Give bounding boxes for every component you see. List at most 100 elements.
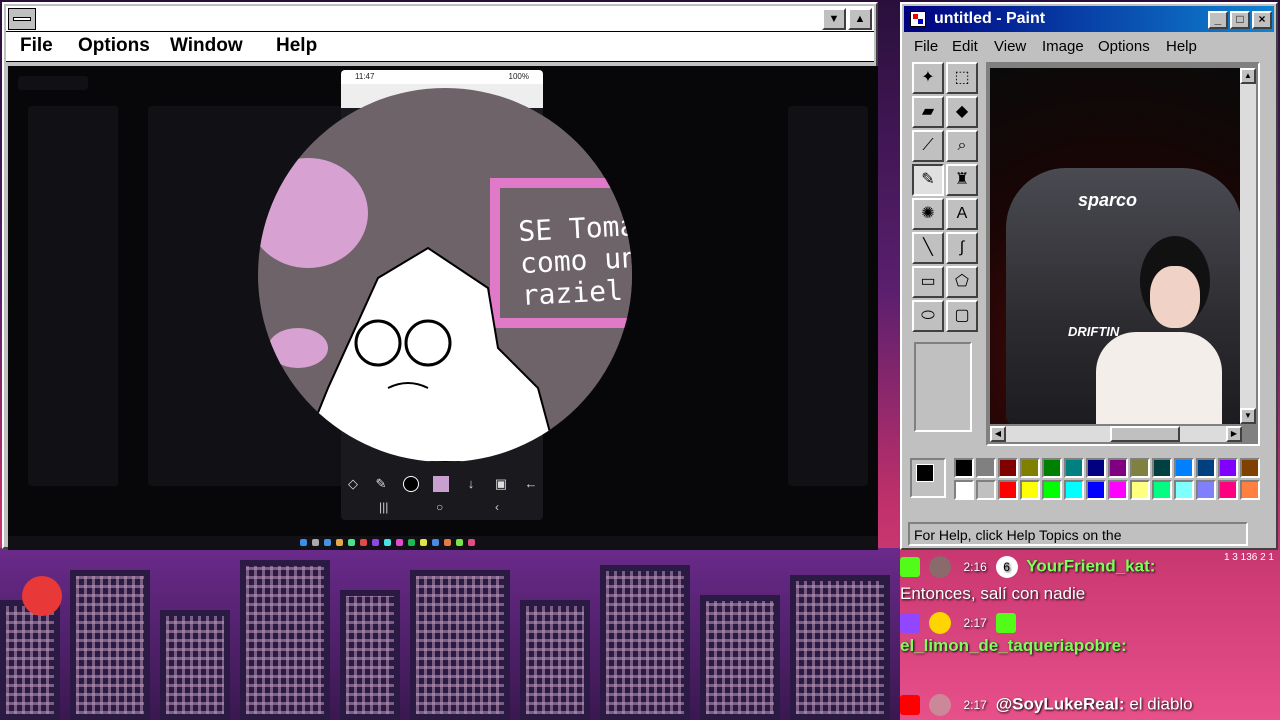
eraser-icon[interactable]: ◇ bbox=[345, 476, 361, 492]
color-swatch[interactable] bbox=[1196, 458, 1216, 478]
color-swatch[interactable] bbox=[1218, 480, 1238, 500]
nav-home-button[interactable]: ○ bbox=[436, 500, 443, 514]
maximize-button[interactable]: ▲ bbox=[848, 8, 872, 30]
free-select-icon[interactable]: ✦ bbox=[912, 62, 944, 94]
line-icon[interactable]: ╲ bbox=[912, 232, 944, 264]
text-icon[interactable]: A bbox=[946, 198, 978, 230]
taskbar-app-icon[interactable] bbox=[456, 539, 463, 546]
minimize-button[interactable]: _ bbox=[1208, 11, 1228, 29]
minimize-button[interactable]: ▼ bbox=[822, 8, 846, 30]
taskbar-app-icon[interactable] bbox=[336, 539, 343, 546]
color-swatch[interactable] bbox=[1174, 480, 1194, 500]
taskbar-app-icon[interactable] bbox=[468, 539, 475, 546]
curve-icon[interactable]: ∫ bbox=[946, 232, 978, 264]
foreground-color[interactable] bbox=[916, 464, 934, 482]
color-swatch[interactable] bbox=[1152, 458, 1172, 478]
color-swatch[interactable] bbox=[1020, 480, 1040, 500]
pencil-icon[interactable]: ✎ bbox=[912, 164, 944, 196]
taskbar-app-icon[interactable] bbox=[444, 539, 451, 546]
tool-options-box[interactable] bbox=[914, 342, 972, 432]
color-swatch[interactable] bbox=[1218, 458, 1238, 478]
color-swatch[interactable] bbox=[1196, 480, 1216, 500]
color-swatch[interactable] bbox=[1042, 458, 1062, 478]
magnifier-icon[interactable]: ⌕ bbox=[946, 130, 978, 162]
taskbar-app-icon[interactable] bbox=[372, 539, 379, 546]
rounded-rect-icon[interactable]: ▢ bbox=[946, 300, 978, 332]
layers-icon[interactable]: ▣ bbox=[493, 476, 509, 492]
current-colors[interactable] bbox=[910, 458, 946, 498]
nav-back-button[interactable]: ‹ bbox=[495, 500, 499, 514]
pick-color-icon[interactable]: ⟋ bbox=[912, 130, 944, 162]
taskbar-app-icon[interactable] bbox=[396, 539, 403, 546]
menu-file[interactable]: File bbox=[20, 35, 53, 57]
scroll-thumb[interactable] bbox=[1110, 426, 1180, 442]
airbrush-icon[interactable]: ✺ bbox=[912, 198, 944, 230]
menu-view[interactable]: View bbox=[994, 38, 1026, 55]
brush-size-icon[interactable] bbox=[403, 476, 419, 492]
color-swatch[interactable] bbox=[1086, 458, 1106, 478]
color-swatch[interactable] bbox=[998, 458, 1018, 478]
taskbar-app-icon[interactable] bbox=[384, 539, 391, 546]
brush-icon[interactable]: ♜ bbox=[946, 164, 978, 196]
rectangle-icon[interactable]: ▭ bbox=[912, 266, 944, 298]
scroll-right-icon[interactable]: ▶ bbox=[1226, 426, 1242, 442]
taskbar-app-icon[interactable] bbox=[348, 539, 355, 546]
menu-file[interactable]: File bbox=[914, 38, 938, 55]
eraser-icon[interactable]: ▰ bbox=[912, 96, 944, 128]
color-swatch[interactable] bbox=[1086, 480, 1106, 500]
ellipse-icon[interactable]: ⬭ bbox=[912, 300, 944, 332]
horizontal-scrollbar[interactable]: ◀ ▶ bbox=[990, 426, 1242, 442]
scroll-up-icon[interactable]: ▲ bbox=[1240, 68, 1256, 84]
back-arrow-icon[interactable]: ← bbox=[523, 476, 539, 492]
color-swatch[interactable] bbox=[976, 458, 996, 478]
color-swatch[interactable] bbox=[1152, 480, 1172, 500]
color-swatch[interactable] bbox=[1042, 480, 1062, 500]
color-picker-icon[interactable] bbox=[433, 476, 449, 492]
system-menu-button[interactable] bbox=[8, 8, 36, 30]
menu-image[interactable]: Image bbox=[1042, 38, 1084, 55]
menu-options[interactable]: Options bbox=[1098, 38, 1150, 55]
nav-recents-button[interactable]: ||| bbox=[379, 500, 388, 514]
brush-icon[interactable]: ✎ bbox=[373, 476, 389, 492]
color-swatch[interactable] bbox=[998, 480, 1018, 500]
taskbar-app-icon[interactable] bbox=[360, 539, 367, 546]
close-button[interactable]: × bbox=[1252, 11, 1272, 29]
menu-options[interactable]: Options bbox=[78, 35, 150, 57]
color-swatch[interactable] bbox=[1130, 458, 1150, 478]
color-swatch[interactable] bbox=[1064, 458, 1084, 478]
menu-help[interactable]: Help bbox=[1166, 38, 1197, 55]
color-swatch[interactable] bbox=[1240, 480, 1260, 500]
color-swatch[interactable] bbox=[1020, 458, 1040, 478]
color-swatch[interactable] bbox=[1130, 480, 1150, 500]
layers-down-icon[interactable]: ↓ bbox=[463, 476, 479, 492]
vertical-scrollbar[interactable]: ▲ ▼ bbox=[1240, 68, 1256, 424]
taskbar-app-icon[interactable] bbox=[432, 539, 439, 546]
color-swatch[interactable] bbox=[1108, 458, 1128, 478]
color-swatch[interactable] bbox=[1240, 458, 1260, 478]
windows-icon[interactable] bbox=[300, 539, 307, 546]
scroll-down-icon[interactable]: ▼ bbox=[1240, 408, 1256, 424]
color-swatch[interactable] bbox=[1064, 480, 1084, 500]
polygon-icon[interactable]: ⬠ bbox=[946, 266, 978, 298]
desktop-taskbar bbox=[8, 536, 878, 550]
count-badge: 6 bbox=[995, 556, 1018, 578]
color-swatch[interactable] bbox=[1174, 458, 1194, 478]
taskbar-app-icon[interactable] bbox=[324, 539, 331, 546]
paint-canvas[interactable]: sparco DRIFTIN bbox=[990, 68, 1242, 424]
color-swatch[interactable] bbox=[954, 458, 974, 478]
menu-help[interactable]: Help bbox=[276, 35, 317, 57]
youtube-icon bbox=[900, 695, 920, 715]
color-swatch[interactable] bbox=[976, 480, 996, 500]
seat-logo: sparco bbox=[1078, 190, 1138, 210]
taskbar-app-icon[interactable] bbox=[420, 539, 427, 546]
menu-window[interactable]: Window bbox=[170, 35, 243, 57]
menu-edit[interactable]: Edit bbox=[952, 38, 978, 55]
fill-icon[interactable]: ◆ bbox=[946, 96, 978, 128]
color-swatch[interactable] bbox=[954, 480, 974, 500]
taskbar-app-icon[interactable] bbox=[408, 539, 415, 546]
scroll-left-icon[interactable]: ◀ bbox=[990, 426, 1006, 442]
color-swatch[interactable] bbox=[1108, 480, 1128, 500]
rect-select-icon[interactable]: ⬚ bbox=[946, 62, 978, 94]
maximize-button[interactable]: □ bbox=[1230, 11, 1250, 29]
taskbar-app-icon[interactable] bbox=[312, 539, 319, 546]
